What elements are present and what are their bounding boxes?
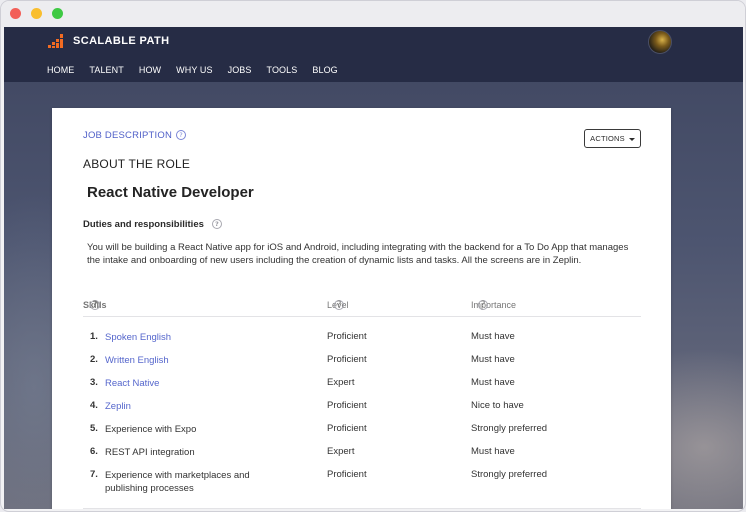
help-icon[interactable]: ? bbox=[176, 130, 187, 141]
skill-name-link[interactable]: Written English bbox=[105, 354, 275, 367]
skill-row: 1. Spoken English Proficient Must have bbox=[83, 331, 641, 351]
skill-level: Proficient bbox=[327, 423, 367, 434]
skill-level: Proficient bbox=[327, 400, 367, 411]
page-viewport: SCALABLE PATH HOME TALENT HOW WHY US JOB… bbox=[4, 27, 743, 509]
site-header: SCALABLE PATH HOME TALENT HOW WHY US JOB… bbox=[4, 27, 743, 82]
skill-row: 5. Experience with Expo Proficient Stron… bbox=[83, 423, 641, 443]
close-window-button[interactable] bbox=[10, 8, 21, 19]
skill-number: 5. bbox=[90, 423, 98, 434]
skill-level: Expert bbox=[327, 377, 355, 388]
skill-importance: Strongly preferred bbox=[471, 423, 548, 434]
browser-titlebar bbox=[1, 1, 745, 27]
logo-icon[interactable] bbox=[48, 33, 65, 50]
nav-home[interactable]: HOME bbox=[47, 65, 74, 79]
user-avatar[interactable] bbox=[648, 30, 672, 54]
nav-how[interactable]: HOW bbox=[139, 65, 161, 79]
table-divider bbox=[83, 508, 641, 509]
duties-heading-label: Duties and responsibilities bbox=[83, 219, 204, 230]
skill-row: 3. React Native Expert Must have bbox=[83, 377, 641, 397]
skill-level: Expert bbox=[327, 446, 355, 457]
nav-why-us[interactable]: WHY US bbox=[176, 65, 212, 79]
skill-name-link[interactable]: React Native bbox=[105, 377, 275, 390]
skill-name-link[interactable]: Zeplin bbox=[105, 400, 275, 413]
skill-importance: Must have bbox=[471, 331, 515, 342]
nav-talent[interactable]: TALENT bbox=[89, 65, 123, 79]
skill-number: 7. bbox=[90, 469, 98, 480]
nav-tools[interactable]: TOOLS bbox=[267, 65, 298, 79]
duties-text: You will be building a React Native app … bbox=[87, 242, 629, 266]
help-icon[interactable]: ? bbox=[334, 300, 344, 310]
skill-level: Proficient bbox=[327, 469, 367, 480]
logo-text[interactable]: SCALABLE PATH bbox=[73, 35, 169, 47]
help-icon[interactable]: ? bbox=[90, 300, 100, 310]
skill-name: REST API integration bbox=[105, 447, 195, 458]
skill-number: 6. bbox=[90, 446, 98, 457]
skill-importance: Must have bbox=[471, 446, 515, 457]
maximize-window-button[interactable] bbox=[52, 8, 63, 19]
skill-row: 2. Written English Proficient Must have bbox=[83, 354, 641, 374]
skill-name: Experience with marketplaces and publish… bbox=[105, 470, 250, 494]
skill-row: 7. Experience with marketplaces and publ… bbox=[83, 469, 641, 497]
job-description-label: JOB DESCRIPTION bbox=[83, 130, 173, 141]
job-description-link[interactable]: JOB DESCRIPTION? bbox=[83, 130, 187, 141]
browser-window: SCALABLE PATH HOME TALENT HOW WHY US JOB… bbox=[0, 0, 746, 512]
help-icon[interactable]: ? bbox=[478, 300, 488, 310]
nav-blog[interactable]: BLOG bbox=[312, 65, 337, 79]
nav-jobs[interactable]: JOBS bbox=[228, 65, 252, 79]
skill-name-link[interactable]: Spoken English bbox=[105, 331, 275, 344]
skill-importance: Must have bbox=[471, 377, 515, 388]
skill-number: 4. bbox=[90, 400, 98, 411]
skill-level: Proficient bbox=[327, 331, 367, 342]
caret-down-icon bbox=[628, 137, 635, 141]
job-card: JOB DESCRIPTION? ACTIONS ABOUT THE ROLE … bbox=[52, 108, 671, 509]
skill-name: Experience with Expo bbox=[105, 424, 197, 435]
actions-dropdown-button[interactable]: ACTIONS bbox=[584, 129, 641, 148]
skill-number: 2. bbox=[90, 354, 98, 365]
main-nav: HOME TALENT HOW WHY US JOBS TOOLS BLOG bbox=[47, 65, 353, 79]
skill-importance: Must have bbox=[471, 354, 515, 365]
skill-level: Proficient bbox=[327, 354, 367, 365]
role-title: React Native Developer bbox=[87, 184, 254, 201]
skill-importance: Strongly preferred bbox=[471, 469, 548, 480]
duties-heading: Duties and responsibilities? bbox=[83, 219, 222, 230]
skill-importance: Nice to have bbox=[471, 400, 524, 411]
skill-number: 1. bbox=[90, 331, 98, 342]
skill-row: 4. Zeplin Proficient Nice to have bbox=[83, 400, 641, 420]
skill-number: 3. bbox=[90, 377, 98, 388]
skills-table-header: Skills? Level? Importance? bbox=[83, 296, 641, 317]
help-icon[interactable]: ? bbox=[211, 219, 222, 230]
minimize-window-button[interactable] bbox=[31, 8, 42, 19]
skill-row: 6. REST API integration Expert Must have bbox=[83, 446, 641, 466]
actions-label: ACTIONS bbox=[590, 134, 625, 143]
about-heading: ABOUT THE ROLE bbox=[83, 157, 191, 171]
